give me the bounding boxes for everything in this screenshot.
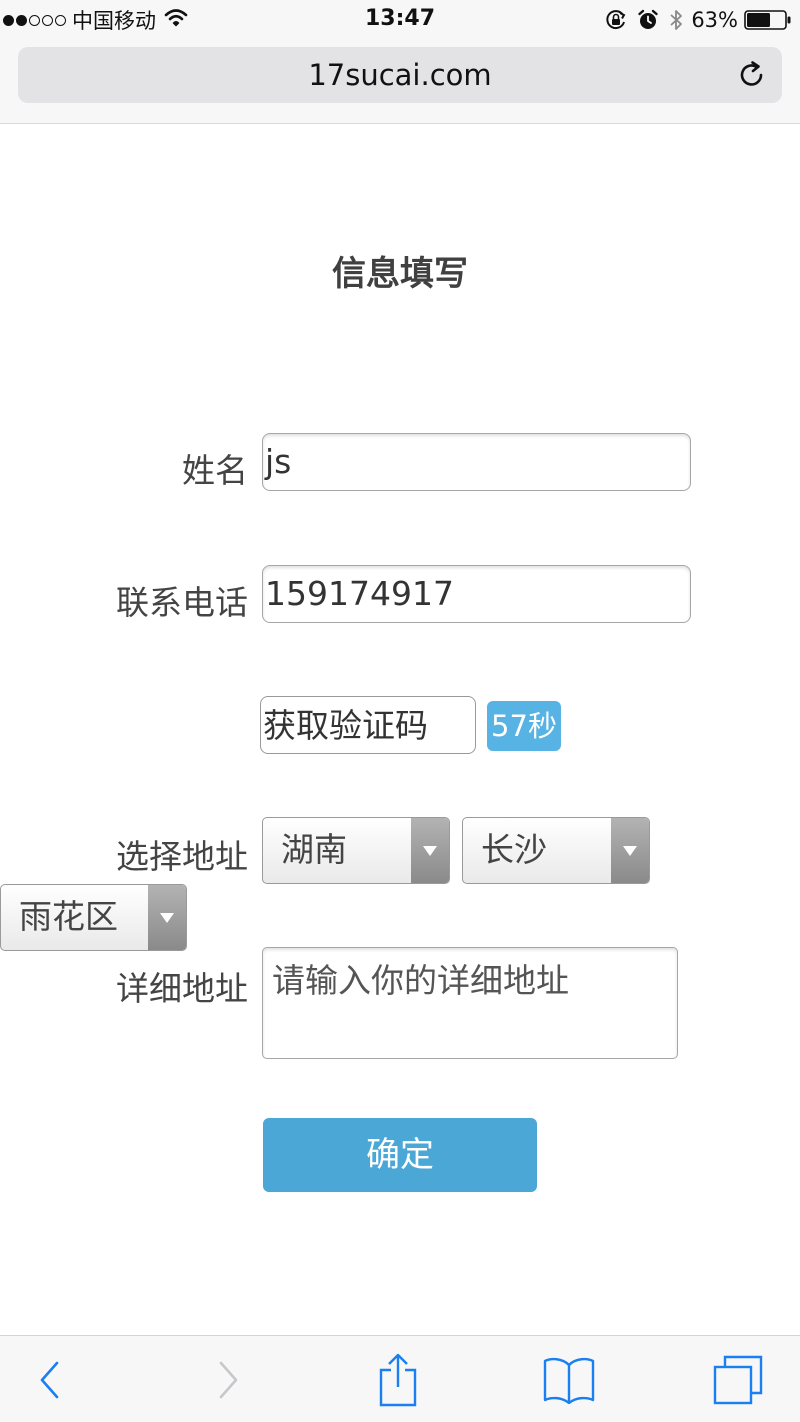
reload-icon[interactable] — [736, 59, 768, 91]
battery-percent: 63% — [691, 8, 738, 32]
back-button[interactable] — [10, 1336, 90, 1422]
district-select[interactable]: 雨花区 — [0, 884, 187, 951]
forward-icon — [219, 1361, 238, 1398]
city-select[interactable]: 长沙 — [462, 817, 650, 884]
browser-toolbar — [0, 1335, 800, 1422]
url-field[interactable]: 17sucai.com — [18, 47, 782, 103]
back-icon — [40, 1361, 59, 1398]
orientation-lock-icon — [605, 9, 627, 31]
page-title: 信息填写 — [332, 254, 468, 294]
share-button[interactable] — [358, 1336, 438, 1422]
status-bar: 中国移动 13:47 63% — [0, 0, 800, 40]
chevron-down-icon — [148, 885, 186, 950]
alarm-icon — [637, 9, 659, 31]
bookmarks-button[interactable] — [529, 1336, 609, 1422]
district-value: 雨花区 — [19, 897, 118, 936]
bookmarks-icon — [543, 1357, 595, 1404]
city-value: 长沙 — [481, 830, 547, 869]
province-select[interactable]: 湖南 — [262, 817, 450, 884]
province-value: 湖南 — [281, 830, 347, 869]
address-label: 选择地址 — [116, 837, 248, 876]
get-code-button[interactable]: 获取验证码 — [260, 696, 476, 754]
name-input[interactable]: js — [262, 433, 691, 491]
battery-fill — [747, 13, 770, 27]
bluetooth-icon — [669, 8, 683, 32]
share-icon — [379, 1353, 417, 1406]
tabs-icon — [713, 1355, 763, 1404]
url-text[interactable]: 17sucai.com — [18, 47, 782, 103]
status-right: 63% — [595, 6, 792, 34]
tabs-button[interactable] — [698, 1336, 778, 1422]
phone-label: 联系电话 — [116, 583, 248, 622]
submit-button[interactable]: 确定 — [263, 1118, 537, 1192]
name-label: 姓名 — [182, 451, 248, 490]
phone-input[interactable]: 159174917 — [262, 565, 691, 623]
chevron-down-icon — [411, 818, 449, 883]
countdown-badge: 57秒 — [487, 701, 561, 751]
battery-icon — [744, 9, 792, 31]
detail-label: 详细地址 — [116, 969, 248, 1008]
forward-button[interactable] — [188, 1336, 268, 1422]
detail-address-textarea[interactable]: 请输入你的详细地址 — [262, 947, 678, 1059]
browser-address-bar: 17sucai.com — [0, 40, 800, 124]
chevron-down-icon — [611, 818, 649, 883]
